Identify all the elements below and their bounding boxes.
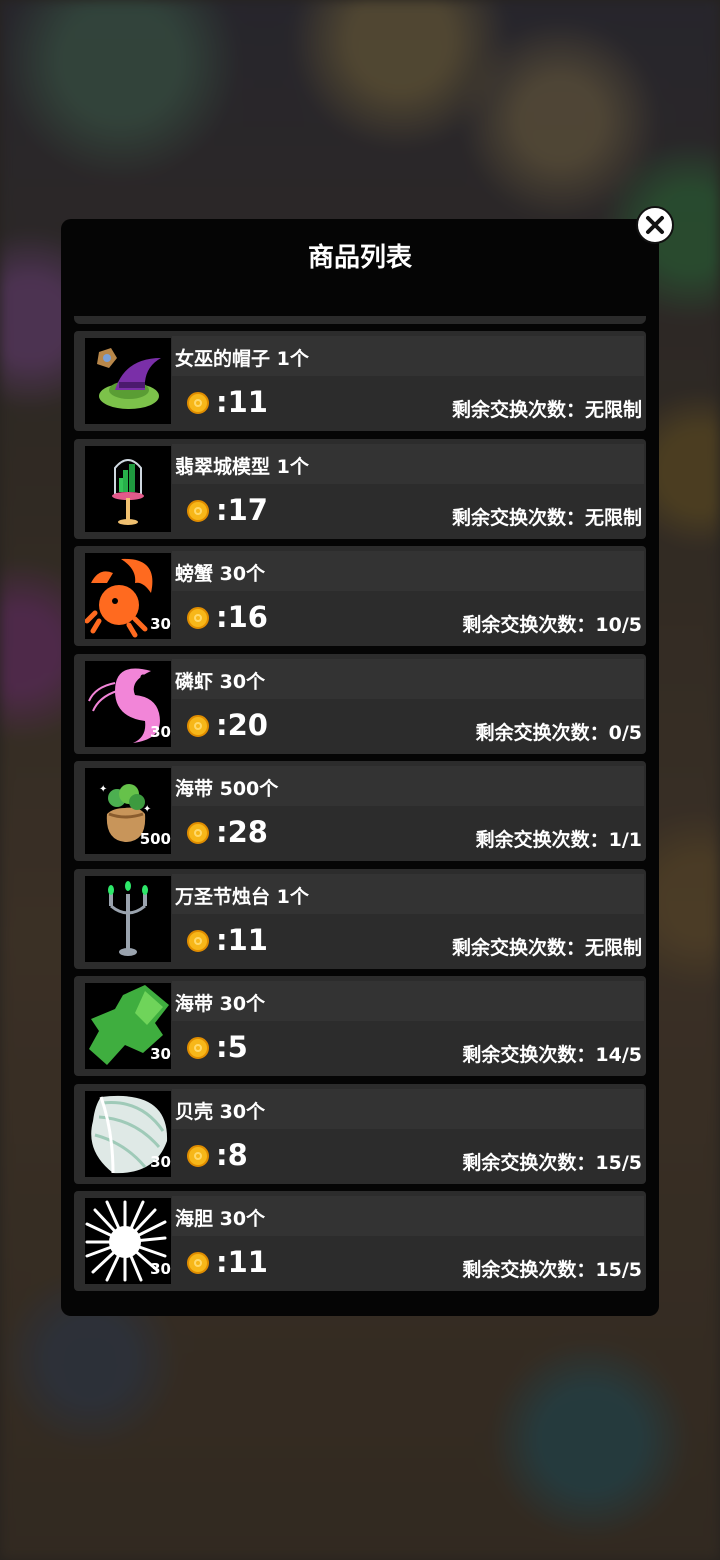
item-name: 海带 500个 xyxy=(175,778,279,800)
item-name: 海带 30个 xyxy=(175,993,266,1015)
list-item[interactable]: 30 海带 30个 :5 剩余交换次数：14/5 xyxy=(74,976,646,1076)
item-price: :16 xyxy=(216,600,268,634)
list-item[interactable]: 30 磷虾 30个 :20 剩余交换次数：0/5 xyxy=(74,653,646,754)
exchange-limit: 剩余交换次数：15/5 xyxy=(462,1259,642,1281)
exchange-limit: 剩余交换次数：1/1 xyxy=(475,829,642,851)
list-item[interactable]: 万圣节烛台 1个 :11 剩余交换次数：无限制 xyxy=(74,868,646,969)
exchange-limit: 剩余交换次数：0/5 xyxy=(475,721,642,744)
item-name: 翡翠城模型 1个 xyxy=(175,455,309,478)
item-icon-box: 30 xyxy=(85,1198,171,1284)
coin-icon xyxy=(187,1252,209,1274)
list-item[interactable]: ✦ ✦ 500 海带 500个 :28 剩余交换次数：1/1 xyxy=(74,761,646,861)
item-price: :8 xyxy=(216,1137,248,1172)
coin-icon xyxy=(187,822,209,844)
item-price: :20 xyxy=(216,707,268,742)
coin-icon xyxy=(187,1144,209,1167)
quantity-badge: 30 xyxy=(150,722,171,741)
coin-icon xyxy=(187,929,209,952)
list-item[interactable]: 30 螃蟹 30个 :16 剩余交换次数：10/5 xyxy=(74,546,646,646)
item-name: 螃蟹 30个 xyxy=(175,563,266,585)
quantity-badge: 30 xyxy=(150,1045,171,1063)
list-item[interactable]: 翡翠城模型 1个 :17 剩余交换次数：无限制 xyxy=(74,438,646,539)
item-price: :17 xyxy=(216,492,268,527)
list-scroll-edge xyxy=(74,316,646,324)
quantity-badge: 30 xyxy=(150,1260,171,1278)
quantity-badge: 500 xyxy=(139,830,171,848)
coin-icon xyxy=(187,392,209,414)
witch-hat-icon xyxy=(97,348,161,409)
exchange-limit: 剩余交换次数：无限制 xyxy=(451,936,642,959)
item-name: 万圣节烛台 1个 xyxy=(175,885,309,908)
list-item[interactable]: 30 海胆 30个 :11 剩余交换次数：15/5 xyxy=(74,1191,646,1291)
item-list[interactable]: 女巫的帽子 1个 :11 剩余交换次数：无限制 翡翠城模型 1个 :17 剩余交… xyxy=(74,331,646,1299)
list-item[interactable]: 女巫的帽子 1个 :11 剩余交换次数：无限制 xyxy=(74,331,646,431)
quantity-badge: 30 xyxy=(150,1152,171,1171)
coin-icon xyxy=(187,607,209,629)
exchange-limit: 剩余交换次数：无限制 xyxy=(451,506,642,529)
svg-text:✦: ✦ xyxy=(99,784,107,795)
dialog-title: 商品列表 xyxy=(307,243,412,273)
item-icon-box xyxy=(85,338,171,424)
coin-icon xyxy=(187,1037,209,1059)
item-price: :5 xyxy=(216,1030,248,1064)
item-name: 海胆 30个 xyxy=(175,1208,266,1230)
coin-icon xyxy=(187,499,209,522)
emerald-city-model-icon xyxy=(112,458,144,525)
item-name: 女巫的帽子 1个 xyxy=(175,348,309,370)
svg-text:✦: ✦ xyxy=(143,804,151,815)
item-icon-box: ✦ ✦ 500 xyxy=(85,768,171,854)
exchange-limit: 剩余交换次数：无限制 xyxy=(451,399,642,421)
list-item[interactable]: 30 贝壳 30个 :8 剩余交换次数：15/5 xyxy=(74,1083,646,1184)
close-button[interactable] xyxy=(636,206,674,244)
exchange-limit: 剩余交换次数：14/5 xyxy=(462,1044,642,1066)
item-price: :28 xyxy=(216,815,268,849)
item-name: 贝壳 30个 xyxy=(175,1100,266,1123)
candelabra-icon xyxy=(108,880,148,956)
item-icon-box xyxy=(85,445,171,532)
coin-icon xyxy=(187,714,209,737)
exchange-limit: 剩余交换次数：15/5 xyxy=(462,1151,642,1174)
item-price: :11 xyxy=(216,922,268,957)
item-icon-box: 30 xyxy=(85,1090,171,1177)
quantity-badge: 30 xyxy=(150,615,171,633)
item-price: :11 xyxy=(216,1245,268,1279)
item-icon-box: 30 xyxy=(85,983,171,1069)
item-name: 磷虾 30个 xyxy=(175,670,266,693)
item-icon-box xyxy=(85,875,171,962)
item-icon-box: 30 xyxy=(85,553,171,639)
exchange-limit: 剩余交换次数：10/5 xyxy=(462,614,642,636)
item-icon-box: 30 xyxy=(85,660,171,747)
item-price: :11 xyxy=(216,385,268,419)
close-icon xyxy=(646,216,664,234)
